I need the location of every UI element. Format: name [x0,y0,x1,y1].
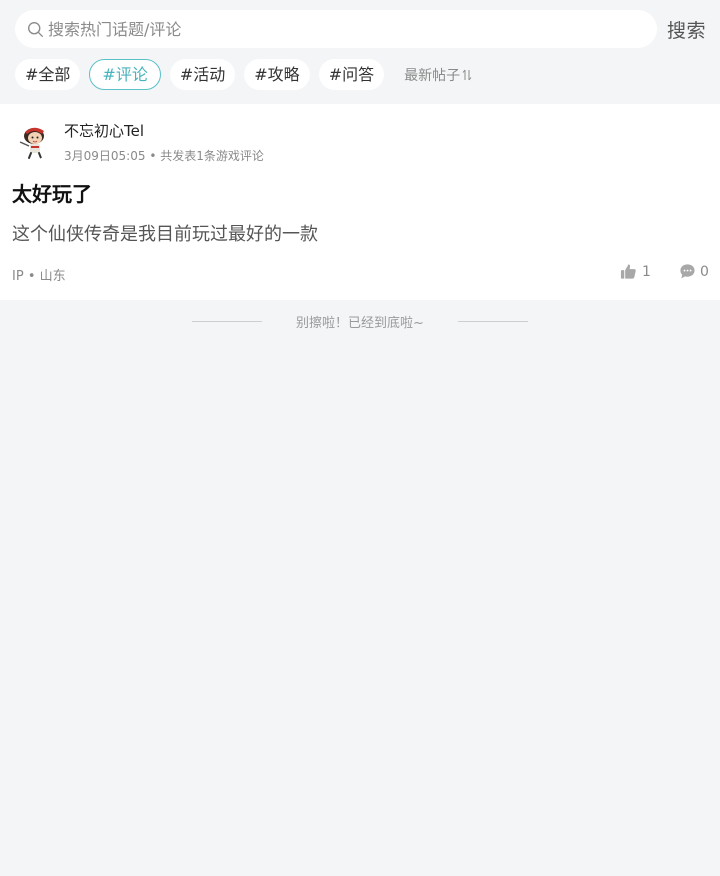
tag-event[interactable]: #活动 [169,59,236,90]
ip-label: IP [12,269,24,284]
like-button[interactable]: 1 [620,263,651,280]
meta-separator: • [149,149,157,163]
avatar[interactable] [14,122,52,160]
tag-review[interactable]: #评论 [89,59,161,90]
sort-arrows-icon [462,69,472,80]
ip-location: IP • 山东 [12,265,66,284]
sort-button[interactable]: 最新帖子 [404,65,472,85]
top-bar: 搜索 #全部 #评论 #活动 #攻略 #问答 最新帖子 [0,0,720,104]
post-meta: 3月09日05:05 • 共发表1条游戏评论 [64,147,264,164]
username[interactable]: 不忘初心Tel [64,120,144,141]
post-title: 太好玩了 [12,182,92,206]
post-card[interactable]: 不忘初心Tel 3月09日05:05 • 共发表1条游戏评论 太好玩了 这个仙侠… [0,104,720,300]
tag-qa[interactable]: #问答 [318,59,385,90]
end-of-list-text: 别擦啦！已经到底啦~ [296,316,424,331]
search-box[interactable] [15,10,657,48]
review-count: 共发表1条游戏评论 [160,149,264,163]
tag-all[interactable]: #全部 [15,59,81,90]
like-count: 1 [642,263,651,280]
search-input[interactable] [48,19,608,39]
post-time: 3月09日05:05 [64,149,146,163]
location-text: 山东 [39,269,66,284]
thumbs-up-icon [620,264,636,279]
search-button[interactable]: 搜索 [667,16,706,43]
comment-bubble-icon [680,264,695,279]
divider-right [458,321,528,322]
tag-guide[interactable]: #攻略 [244,59,310,90]
cartoon-avatar-icon [19,127,44,159]
sort-label: 最新帖子 [404,67,461,84]
search-icon [28,21,43,37]
post-body: 这个仙侠传奇是我目前玩过最好的一款 [12,224,318,245]
tag-bar: #全部 #评论 #活动 #攻略 #问答 最新帖子 [15,59,472,90]
comment-count: 0 [700,263,709,280]
comment-button[interactable]: 0 [679,263,709,280]
ip-separator: • [27,269,36,284]
